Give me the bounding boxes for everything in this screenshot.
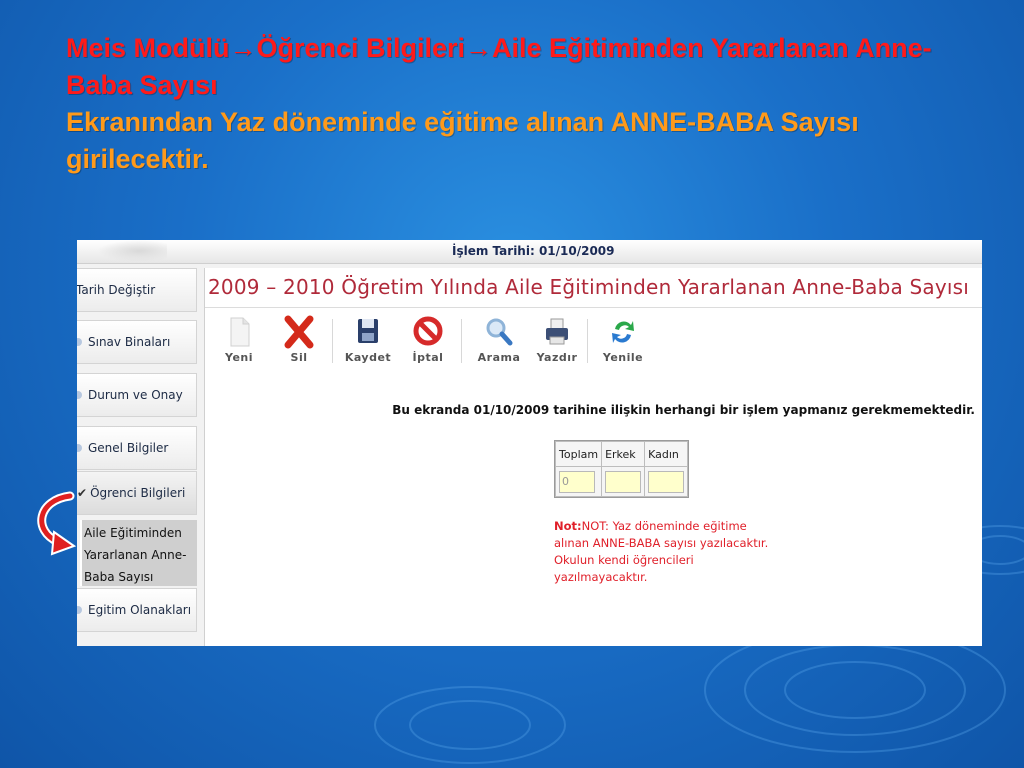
female-input[interactable] [648,470,685,493]
sidebar-item-label: Ögrenci Bilgileri [90,486,186,500]
sidebar-item-exam-buildings[interactable]: Sınav Binaları [77,320,197,364]
female-cell [645,467,688,496]
bullet-icon [77,606,82,614]
new-button[interactable]: Yeni [213,313,265,369]
total-cell [556,467,602,496]
printer-icon [546,318,568,345]
column-header-total: Toplam [556,442,602,466]
save-label: Kaydet [344,351,392,364]
main-panel: 2009 – 2010 Öğretim Yılında Aile Eğitimi… [204,268,982,646]
note-body: NOT: Yaz döneminde eğitime alınan ANNE-B… [554,519,769,584]
page-title: 2009 – 2010 Öğretim Yılında Aile Eğitimi… [208,275,970,299]
sidebar-item-label: Durum ve Onay [88,388,183,402]
note-text: Not:NOT: Yaz döneminde eğitime alınan AN… [554,518,774,586]
new-document-icon [230,317,250,347]
slide-title-path: Meis Modülü→Öğrenci Bilgileri→Aile Eğiti… [66,33,932,100]
cancel-prohibited-icon [413,316,443,346]
process-date: İşlem Tarihi: 01/10/2009 [452,244,615,258]
total-input[interactable] [559,470,595,493]
cancel-label: İptal [412,351,444,364]
app-screenshot: İşlem Tarihi: 01/10/2009 Tarih Değiştir … [77,240,982,646]
search-magnifier-icon [486,318,513,346]
slide-title-description: Ekranından Yaz döneminde eğitime alınan … [66,107,859,174]
submenu-item-parent-education[interactable]: Aile Eğitiminden Yararlanan Anne-Baba Sa… [80,520,197,586]
print-label: Yazdır [536,351,578,364]
curved-arrow-icon [37,491,77,556]
delete-label: Sil [290,351,308,364]
cancel-button[interactable]: İptal [402,313,454,369]
parent-count-table: Toplam Erkek Kadın [554,440,690,498]
toolbar-separator [461,319,462,363]
toolbar: Yeni Sil Kaydet İptal Arama Yazdır Yenil… [205,309,982,375]
sidebar-item-student-info[interactable]: ✔ Ögrenci Bilgileri [77,471,197,515]
info-message: Bu ekranda 01/10/2009 tarihine ilişkin h… [392,403,975,417]
bullet-icon [77,338,82,346]
new-label: Yeni [224,351,254,364]
sidebar-item-general-info[interactable]: Genel Bilgiler [77,426,197,470]
sidebar-item-status-approval[interactable]: Durum ve Onay [77,373,197,417]
column-header-female: Kadın [645,442,688,466]
refresh-arrows-icon [612,321,634,343]
print-button[interactable]: Yazdır [531,313,583,369]
column-header-male: Erkek [602,442,645,466]
toolbar-separator [332,319,333,363]
submenu-item-label: Aile Eğitiminden Yararlanan Anne-Baba Sa… [84,526,187,584]
search-label: Arama [477,351,521,364]
sidebar-item-change-date[interactable]: Tarih Değiştir [77,268,197,312]
refresh-label: Yenile [602,351,644,364]
sidebar-item-label: Egitim Olanakları [88,603,192,617]
note-label: Not: [554,519,582,533]
delete-button[interactable]: Sil [273,313,325,369]
sidebar-item-label: Tarih Değiştir [77,283,156,297]
save-button[interactable]: Kaydet [342,313,394,369]
sidebar-item-label: Sınav Binaları [88,335,171,349]
delete-x-icon [284,315,314,349]
sidebar-item-education-facilities[interactable]: Egitim Olanakları [77,588,197,632]
slide-title: Meis Modülü→Öğrenci Bilgileri→Aile Eğiti… [66,30,986,178]
page-title-bar: 2009 – 2010 Öğretim Yılında Aile Eğitimi… [205,268,982,308]
toolbar-separator [587,319,588,363]
save-disk-icon [358,319,378,343]
top-bar: İşlem Tarihi: 01/10/2009 [77,240,982,264]
male-cell [602,467,645,496]
sidebar-item-label: Genel Bilgiler [88,441,169,455]
refresh-button[interactable]: Yenile [597,313,649,369]
male-input[interactable] [605,470,642,493]
logo-decoration [97,240,167,262]
search-button[interactable]: Arama [473,313,525,369]
bullet-icon [77,391,82,399]
bullet-icon [77,444,82,452]
sidebar: Tarih Değiştir Sınav Binaları Durum ve O… [77,268,199,646]
